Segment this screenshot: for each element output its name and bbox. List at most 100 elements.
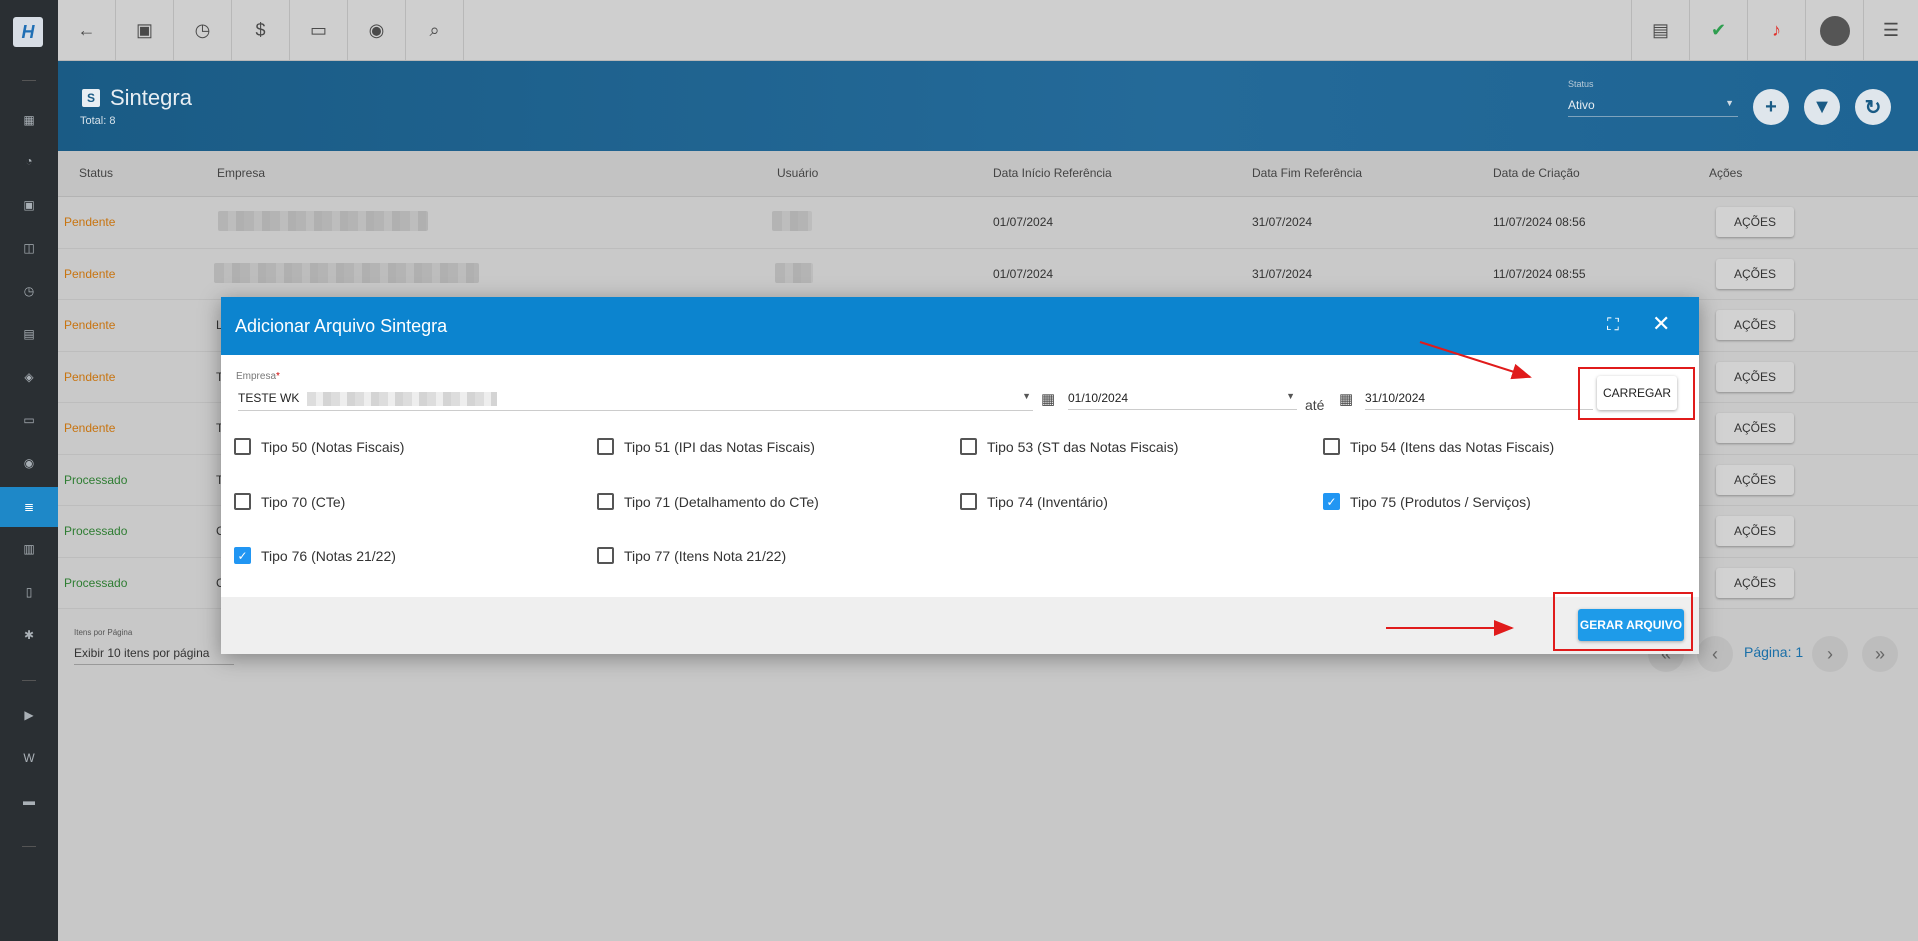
app-logo[interactable]: H bbox=[13, 17, 43, 47]
empresa-label: Empresa* bbox=[236, 371, 280, 382]
sintegra-icon: S bbox=[82, 89, 100, 107]
dialog-header: Adicionar Arquivo Sintegra ⛶ ✕ bbox=[221, 297, 1699, 355]
close-icon[interactable]: ✕ bbox=[1652, 311, 1670, 337]
top-toolbar: ← ▣ ◷ $ ▭ ◉ ⌕ ▤ ✔ ♪ ☰ bbox=[58, 0, 1918, 61]
checkbox-label: Tipo 54 (Itens das Notas Fiscais) bbox=[1350, 438, 1555, 455]
checkbox-tipo-51[interactable]: Tipo 51 (IPI das Notas Fiscais) bbox=[597, 438, 815, 455]
status-cell: Pendente bbox=[64, 318, 116, 332]
book-icon[interactable]: ◫ bbox=[0, 235, 58, 261]
menu-list-icon[interactable]: ☰ bbox=[1863, 0, 1918, 61]
back-arrow-icon[interactable]: ← bbox=[58, 0, 116, 61]
checkbox-box bbox=[597, 438, 614, 455]
contact-card-icon[interactable]: ▣ bbox=[116, 0, 174, 61]
status-cell: Pendente bbox=[64, 421, 116, 435]
briefcase-icon[interactable]: ▤ bbox=[0, 321, 58, 347]
table-row[interactable]: Pendente 01/07/2024 31/07/2024 11/07/202… bbox=[58, 248, 1918, 300]
refresh-button[interactable]: ↻ bbox=[1855, 89, 1891, 125]
required-mark: * bbox=[276, 371, 280, 382]
checkbox-tipo-70[interactable]: Tipo 70 (CTe) bbox=[234, 493, 345, 510]
checkbox-box bbox=[960, 438, 977, 455]
eye-icon[interactable]: ◉ bbox=[348, 0, 406, 61]
col-data-fim[interactable]: Data Fim Referência bbox=[1252, 166, 1362, 180]
col-status[interactable]: Status bbox=[79, 166, 113, 180]
data-fim-value: 31/10/2024 bbox=[1365, 391, 1426, 405]
alarm-bell-icon[interactable]: ♪ bbox=[1747, 0, 1805, 61]
col-data-criacao[interactable]: Data de Criação bbox=[1493, 166, 1580, 180]
checkbox-tipo-50[interactable]: Tipo 50 (Notas Fiscais) bbox=[234, 438, 404, 455]
acoes-button[interactable]: AÇÕES bbox=[1716, 413, 1794, 443]
sidebar-divider bbox=[22, 80, 36, 81]
acoes-button[interactable]: AÇÕES bbox=[1716, 567, 1794, 598]
user-avatar-icon[interactable] bbox=[1805, 0, 1863, 61]
acoes-button[interactable]: AÇÕES bbox=[1716, 207, 1794, 237]
wiki-icon[interactable]: W bbox=[0, 745, 58, 771]
prev-page-button[interactable]: ‹ bbox=[1697, 636, 1733, 672]
file-icon[interactable]: ▯ bbox=[0, 579, 58, 605]
items-per-page-select[interactable]: Exibir 10 itens por página bbox=[74, 646, 234, 665]
col-empresa[interactable]: Empresa bbox=[217, 166, 265, 180]
acoes-button[interactable]: AÇÕES bbox=[1716, 464, 1794, 495]
checkbox-tipo-77[interactable]: Tipo 77 (Itens Nota 21/22) bbox=[597, 547, 786, 564]
page-indicator: Página: 1 bbox=[1744, 644, 1804, 660]
status-cell: Processado bbox=[64, 575, 128, 590]
check-icon: ✓ bbox=[1323, 493, 1340, 510]
contact-icon[interactable]: ▣ bbox=[0, 192, 58, 218]
calendar-clock-icon[interactable]: ◷ bbox=[174, 0, 232, 61]
chat-icon[interactable]: ▬ bbox=[0, 788, 58, 814]
gear-icon[interactable]: ✱ bbox=[0, 622, 58, 648]
highlight-box-carregar bbox=[1578, 367, 1695, 420]
last-page-button[interactable]: » bbox=[1862, 636, 1898, 672]
dollar-icon[interactable]: $ bbox=[232, 0, 290, 61]
location-icon[interactable]: ◉ bbox=[0, 450, 58, 476]
checkbox-tipo-53[interactable]: Tipo 53 (ST das Notas Fiscais) bbox=[960, 438, 1178, 455]
status-cell: Pendente bbox=[64, 215, 116, 229]
next-page-button[interactable]: › bbox=[1812, 636, 1848, 672]
data-fim-field[interactable]: 31/10/2024 ▼ bbox=[1365, 391, 1605, 410]
dashboard-icon[interactable]: ▦ bbox=[0, 107, 58, 133]
usuario-redacted bbox=[772, 211, 812, 231]
calendar-icon[interactable]: ▦ bbox=[1041, 390, 1055, 408]
pdf-icon[interactable]: ▤ bbox=[1631, 0, 1689, 61]
data-criacao-cell: 11/07/2024 08:56 bbox=[1493, 215, 1586, 229]
acoes-button[interactable]: AÇÕES bbox=[1716, 516, 1794, 546]
checkbox-tipo-74[interactable]: Tipo 74 (Inventário) bbox=[960, 493, 1108, 510]
pie-chart-icon[interactable]: ◔ bbox=[0, 148, 58, 174]
avatar bbox=[1819, 15, 1850, 46]
fullscreen-icon[interactable]: ⛶ bbox=[1607, 315, 1619, 335]
video-icon[interactable]: ▶ bbox=[0, 702, 58, 728]
document-list-icon[interactable]: ≣ bbox=[0, 487, 58, 527]
terminal-icon[interactable]: ▭ bbox=[290, 0, 348, 61]
empresa-select[interactable]: TESTE WK ▼ bbox=[238, 391, 1033, 411]
checkbox-tipo-54[interactable]: Tipo 54 (Itens das Notas Fiscais) bbox=[1323, 438, 1554, 455]
check-message-icon[interactable]: ✔ bbox=[1689, 0, 1747, 61]
search-icon[interactable]: ⌕ bbox=[406, 0, 464, 61]
table-row[interactable]: Pendente 01/07/2024 31/07/2024 11/07/202… bbox=[58, 197, 1918, 249]
dialog-title: Adicionar Arquivo Sintegra bbox=[235, 316, 448, 336]
filter-button[interactable]: ▼ bbox=[1804, 89, 1840, 125]
empresa-redacted bbox=[218, 211, 428, 231]
empresa-label-text: Empresa bbox=[236, 371, 277, 382]
status-filter-value: Ativo bbox=[1568, 98, 1595, 112]
acoes-button[interactable]: AÇÕES bbox=[1716, 310, 1794, 340]
acoes-button[interactable]: AÇÕES bbox=[1716, 361, 1794, 392]
add-button[interactable]: + bbox=[1753, 89, 1789, 125]
box-icon[interactable]: ◈ bbox=[0, 364, 58, 390]
data-inicio-field[interactable]: 01/10/2024 ▼ bbox=[1068, 391, 1297, 410]
calendar-icon[interactable]: ▦ bbox=[1339, 390, 1353, 408]
acoes-button[interactable]: AÇÕES bbox=[1716, 258, 1794, 289]
status-cell: Pendente bbox=[64, 369, 116, 384]
checkbox-box bbox=[234, 438, 251, 455]
checkbox-label: Tipo 70 (CTe) bbox=[261, 493, 346, 510]
status-filter-select[interactable]: Ativo ▼ bbox=[1568, 98, 1738, 117]
money-icon[interactable]: ▭ bbox=[0, 407, 58, 433]
checkbox-tipo-71[interactable]: Tipo 71 (Detalhamento do CTe) bbox=[597, 493, 819, 510]
col-usuario[interactable]: Usuário bbox=[777, 166, 818, 180]
calendar-clock-icon[interactable]: ◷ bbox=[0, 278, 58, 304]
server-icon[interactable]: ▥ bbox=[0, 536, 58, 562]
checkbox-tipo-76[interactable]: ✓ Tipo 76 (Notas 21/22) bbox=[234, 547, 396, 564]
checkbox-label: Tipo 76 (Notas 21/22) bbox=[261, 547, 396, 564]
data-inicio-cell: 01/07/2024 bbox=[993, 215, 1054, 229]
highlight-box-gerar bbox=[1553, 592, 1693, 651]
col-data-inicio[interactable]: Data Início Referência bbox=[993, 166, 1112, 180]
checkbox-tipo-75[interactable]: ✓ Tipo 75 (Produtos / Serviços) bbox=[1323, 493, 1531, 510]
